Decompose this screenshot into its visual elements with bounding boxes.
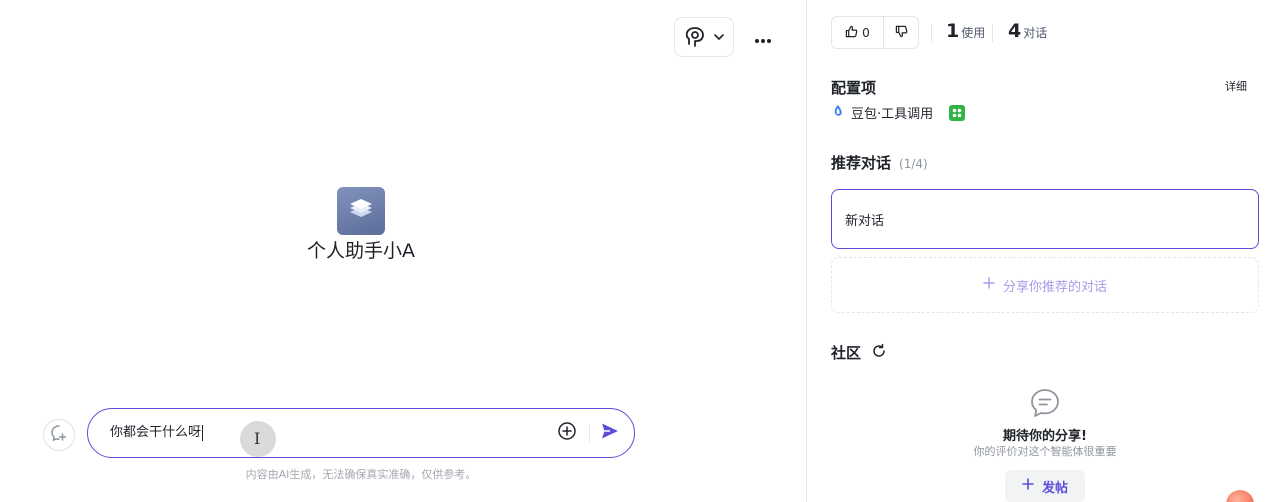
chat-area: 个人助手小A 你都会干什么呀 I 内容由AI生成，无法确保真实准确，仅供参考。 <box>0 0 806 502</box>
config-model-row: 豆包·工具调用 <box>831 103 966 122</box>
floating-assistant-orb[interactable] <box>1226 490 1254 502</box>
share-recommended-button[interactable]: 分享你推荐的对话 <box>831 257 1259 313</box>
chevron-down-icon <box>713 31 725 43</box>
community-empty-subtitle: 你的评价对这个智能体很重要 <box>973 445 1117 458</box>
thumb-up-icon <box>845 25 858 41</box>
stat-divider <box>992 24 993 42</box>
plus-icon <box>983 277 995 293</box>
ai-disclaimer: 内容由AI生成，无法确保真实准确，仅供参考。 <box>245 468 477 481</box>
agent-mode-icon <box>683 25 707 49</box>
post-button[interactable]: 发帖 <box>1005 470 1085 502</box>
app-window: 个人助手小A 你都会干什么呀 I 内容由AI生成，无法确保真实准确，仅供参考。 … <box>0 0 1284 502</box>
bot-name: 个人助手小A <box>307 240 415 262</box>
thumb-down-icon <box>895 23 908 42</box>
usage-label: 使用 <box>961 26 986 40</box>
recommended-chat-item[interactable]: 新对话 <box>831 189 1259 249</box>
like-count: 0 <box>862 25 870 40</box>
chat-bubble-icon <box>1029 387 1061 419</box>
config-detail-link[interactable]: 详细 <box>1225 78 1247 94</box>
config-model-name[interactable]: 豆包·工具调用 <box>851 103 933 122</box>
send-button[interactable] <box>599 422 621 444</box>
more-options-button[interactable] <box>746 17 780 57</box>
new-topic-icon <box>50 424 68 446</box>
bot-avatar <box>337 187 385 235</box>
add-attachment-button[interactable] <box>556 422 578 444</box>
post-button-label: 发帖 <box>1041 480 1068 496</box>
plugin-icon[interactable] <box>949 104 966 121</box>
plus-circle-icon <box>557 421 577 445</box>
dislike-button[interactable] <box>884 17 918 48</box>
plus-icon <box>1022 478 1034 494</box>
like-button[interactable]: 0 <box>832 17 884 48</box>
share-recommended-label: 分享你推荐的对话 <box>1002 279 1107 295</box>
message-input[interactable]: 你都会干什么呀 <box>87 408 635 458</box>
new-topic-button[interactable] <box>43 419 75 451</box>
recommended-title-row: 推荐对话 (1/4) <box>831 152 928 173</box>
send-icon <box>600 421 620 445</box>
usage-count: 1 <box>946 20 960 42</box>
community-title: 社区 <box>831 344 862 362</box>
config-title: 配置项 <box>831 79 877 97</box>
doubao-logo-icon <box>831 104 845 122</box>
chat-count: 4 <box>1008 20 1022 42</box>
agent-mode-dropdown[interactable] <box>674 17 734 57</box>
refresh-icon[interactable] <box>871 343 887 359</box>
ibeam-cursor-icon: I <box>254 429 261 448</box>
more-icon <box>754 25 772 49</box>
chat-label: 对话 <box>1023 26 1048 40</box>
bot-info-panel: 0 1 使用 4 对话 配置项 详细 豆包·工具调用 推荐对话 (1/4) 新对… <box>807 0 1284 502</box>
stat-divider <box>931 24 932 42</box>
message-input-text[interactable]: 你都会干什么呀 <box>110 425 204 441</box>
community-empty-title: 期待你的分享! <box>1003 429 1087 444</box>
input-divider <box>589 424 590 442</box>
usage-stat: 1 使用 <box>946 20 985 42</box>
chat-stat: 4 对话 <box>1008 20 1047 42</box>
recommended-count: (1/4) <box>899 157 928 171</box>
recommended-title: 推荐对话 <box>831 154 892 172</box>
vote-group: 0 <box>831 16 919 49</box>
